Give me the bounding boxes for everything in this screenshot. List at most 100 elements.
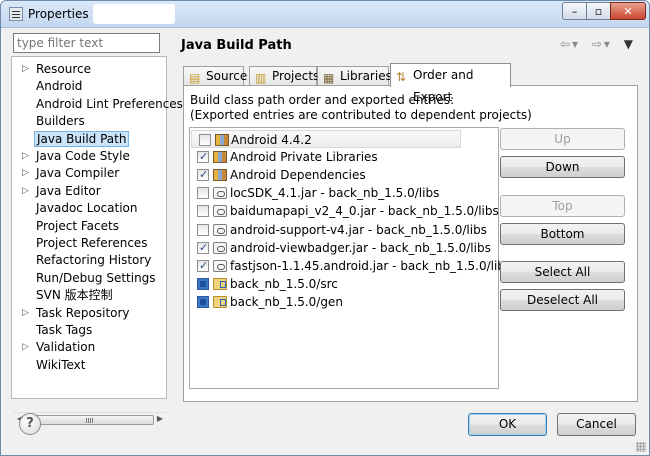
maximize-icon: ▫ (594, 4, 603, 18)
classpath-entry[interactable]: baidumapapi_v2_4_0.jar - back_nb_1.5.0/l… (190, 202, 499, 220)
expand-arrow-icon[interactable]: ▷ (22, 61, 30, 77)
classpath-entry[interactable]: locSDK_4.1.jar - back_nb_1.5.0/libs (190, 184, 498, 202)
title-bar[interactable]: Properties fo – ▫ ✕ (1, 1, 649, 28)
jar-icon (213, 205, 227, 218)
tree-item[interactable]: ▷ Java Code Style (12, 148, 166, 165)
filter-input[interactable] (13, 33, 160, 53)
expand-arrow-icon[interactable]: ▷ (22, 148, 30, 164)
tab-libraries-label: Libraries (340, 69, 392, 83)
top-button[interactable]: Top (500, 195, 625, 217)
export-checkbox[interactable] (197, 257, 209, 275)
tree-item-label: Java Compiler (36, 166, 120, 181)
preferences-nav: WikiText ▷ Validation Task Tags ▷ Task Reposi… (11, 31, 183, 426)
help-button[interactable]: ? (19, 413, 41, 435)
close-icon: ✕ (623, 4, 633, 18)
tree-item-label: Run/Debug Settings (36, 270, 156, 285)
view-menu-icon[interactable]: ▼ (624, 37, 635, 51)
library-icon (215, 134, 229, 146)
preference-tree[interactable]: WikiText ▷ Validation Task Tags ▷ Task Reposi… (11, 56, 183, 426)
library-icon (213, 151, 227, 164)
tab-source[interactable]: ▤ Source (183, 66, 247, 86)
tree-item[interactable]: Project Facets (12, 218, 166, 235)
tree-item[interactable]: ▷ Java Editor (12, 183, 166, 200)
tree-item-label: Task Repository (36, 305, 130, 320)
tree-item-label: Validation (36, 340, 96, 355)
tree-item[interactable]: Java Build Path (12, 130, 166, 148)
classpath-entries-list[interactable]: Android 4.4.2 Android Private Libraries An… (189, 127, 511, 389)
tab-order-and-export[interactable]: ⇅ Order and Export (390, 63, 511, 104)
source-folder-icon (213, 295, 227, 308)
tree-item[interactable]: ▷ Validation (12, 339, 166, 356)
classpath-entry-label: android-viewbadger.jar - back_nb_1.5.0/l… (230, 240, 491, 255)
tab-projects[interactable]: ▥ Projects (249, 66, 320, 86)
export-checkbox[interactable] (197, 239, 209, 257)
cancel-button[interactable]: Cancel (557, 413, 636, 436)
maximize-button[interactable]: ▫ (586, 2, 611, 20)
tree-item[interactable]: Refactoring History (12, 252, 166, 269)
resize-grip[interactable] (636, 442, 646, 452)
export-checkbox[interactable] (197, 223, 209, 236)
ok-button[interactable]: OK (468, 413, 547, 436)
export-checkbox[interactable] (197, 277, 209, 290)
tree-item-label: Android Lint Preferences (36, 96, 183, 111)
classpath-entry[interactable]: Android 4.4.2 (191, 130, 461, 148)
tree-item[interactable]: Javadoc Location (12, 200, 166, 217)
expand-arrow-icon[interactable]: ▷ (22, 183, 30, 199)
tree-item-label: Task Tags (36, 323, 93, 337)
tab-projects-label: Projects (272, 69, 320, 83)
export-checkbox[interactable] (197, 205, 209, 218)
classpath-entry-label: Android Private Libraries (230, 150, 378, 165)
tree-item[interactable]: ▷ Task Repository (12, 305, 166, 322)
jar-icon (213, 187, 227, 200)
jar-icon (213, 259, 227, 272)
classpath-entry[interactable]: android-viewbadger.jar - back_nb_1.5.0/l… (190, 239, 498, 257)
export-checkbox[interactable] (199, 134, 211, 146)
deselect-all-button[interactable]: Deselect All (500, 289, 625, 311)
tree-item[interactable]: Project References (12, 235, 166, 252)
library-icon (213, 169, 227, 182)
forward-arrow-icon[interactable]: ⇨▾ (592, 37, 612, 51)
tree-item-label: WikiText (36, 357, 86, 372)
back-arrow-icon[interactable]: ⇦▾ (560, 37, 580, 51)
up-button[interactable]: Up (500, 128, 625, 150)
expand-arrow-icon[interactable]: ▷ (22, 305, 30, 321)
close-button[interactable]: ✕ (610, 2, 646, 20)
order-export-description: Build class path order and exported entr… (190, 93, 532, 123)
tree-item[interactable]: ▷ Resource (12, 61, 166, 78)
classpath-entry[interactable]: Android Private Libraries (190, 148, 498, 166)
properties-window: Properties fo – ▫ ✕ WikiText ▷ Validation T… (0, 0, 650, 456)
bottom-button[interactable]: Bottom (500, 223, 625, 245)
java-build-path-page: Java Build Path ⇦▾ ⇨▾ ▼ ▤ Source ▥ Proje… (173, 31, 645, 402)
minimize-button[interactable]: – (562, 2, 587, 20)
tree-item-label: Android (36, 79, 83, 94)
expand-arrow-icon[interactable]: ▷ (22, 339, 30, 355)
export-checkbox[interactable] (197, 295, 209, 308)
tree-item[interactable]: Builders (12, 113, 166, 130)
classpath-entry[interactable]: fastjson-1.1.45.android.jar - back_nb_1.… (190, 257, 511, 275)
tree-item[interactable]: Android Lint Preferences (12, 96, 183, 113)
export-checkbox[interactable] (197, 166, 209, 184)
classpath-entry[interactable]: back_nb_1.5.0/src (190, 275, 498, 293)
tree-item-label: Builders (36, 114, 85, 129)
select-all-button[interactable]: Select All (500, 261, 625, 283)
export-checkbox[interactable] (197, 187, 209, 200)
tree-item[interactable]: Task Tags (12, 322, 166, 339)
tree-item[interactable]: WikiText (12, 357, 166, 374)
classpath-entry[interactable]: back_nb_1.5.0/gen (190, 293, 498, 311)
tab-libraries[interactable]: ▦ Libraries (317, 66, 392, 86)
export-checkbox[interactable] (197, 148, 209, 166)
tree-item-label: SVN 版本控制 (36, 288, 113, 303)
classpath-entry[interactable]: android-support-v4.jar - back_nb_1.5.0/l… (190, 221, 498, 239)
classpath-entry[interactable]: Android Dependencies (190, 166, 498, 184)
tree-item[interactable]: Android (12, 78, 166, 95)
tree-item-label: Java Editor (36, 183, 101, 198)
expand-arrow-icon[interactable]: ▷ (22, 165, 30, 181)
tree-item[interactable]: Run/Debug Settings (12, 270, 166, 287)
scroll-right-icon[interactable]: ▶ (154, 414, 166, 423)
scroll-thumb[interactable] (27, 415, 154, 425)
down-button[interactable]: Down (500, 156, 625, 178)
tree-item[interactable]: SVN 版本控制 (12, 287, 166, 304)
tree-item-label: Resource (36, 62, 92, 76)
classpath-entry-label: fastjson-1.1.45.android.jar - back_nb_1.… (230, 258, 512, 273)
tree-item[interactable]: ▷ Java Compiler (12, 165, 166, 182)
